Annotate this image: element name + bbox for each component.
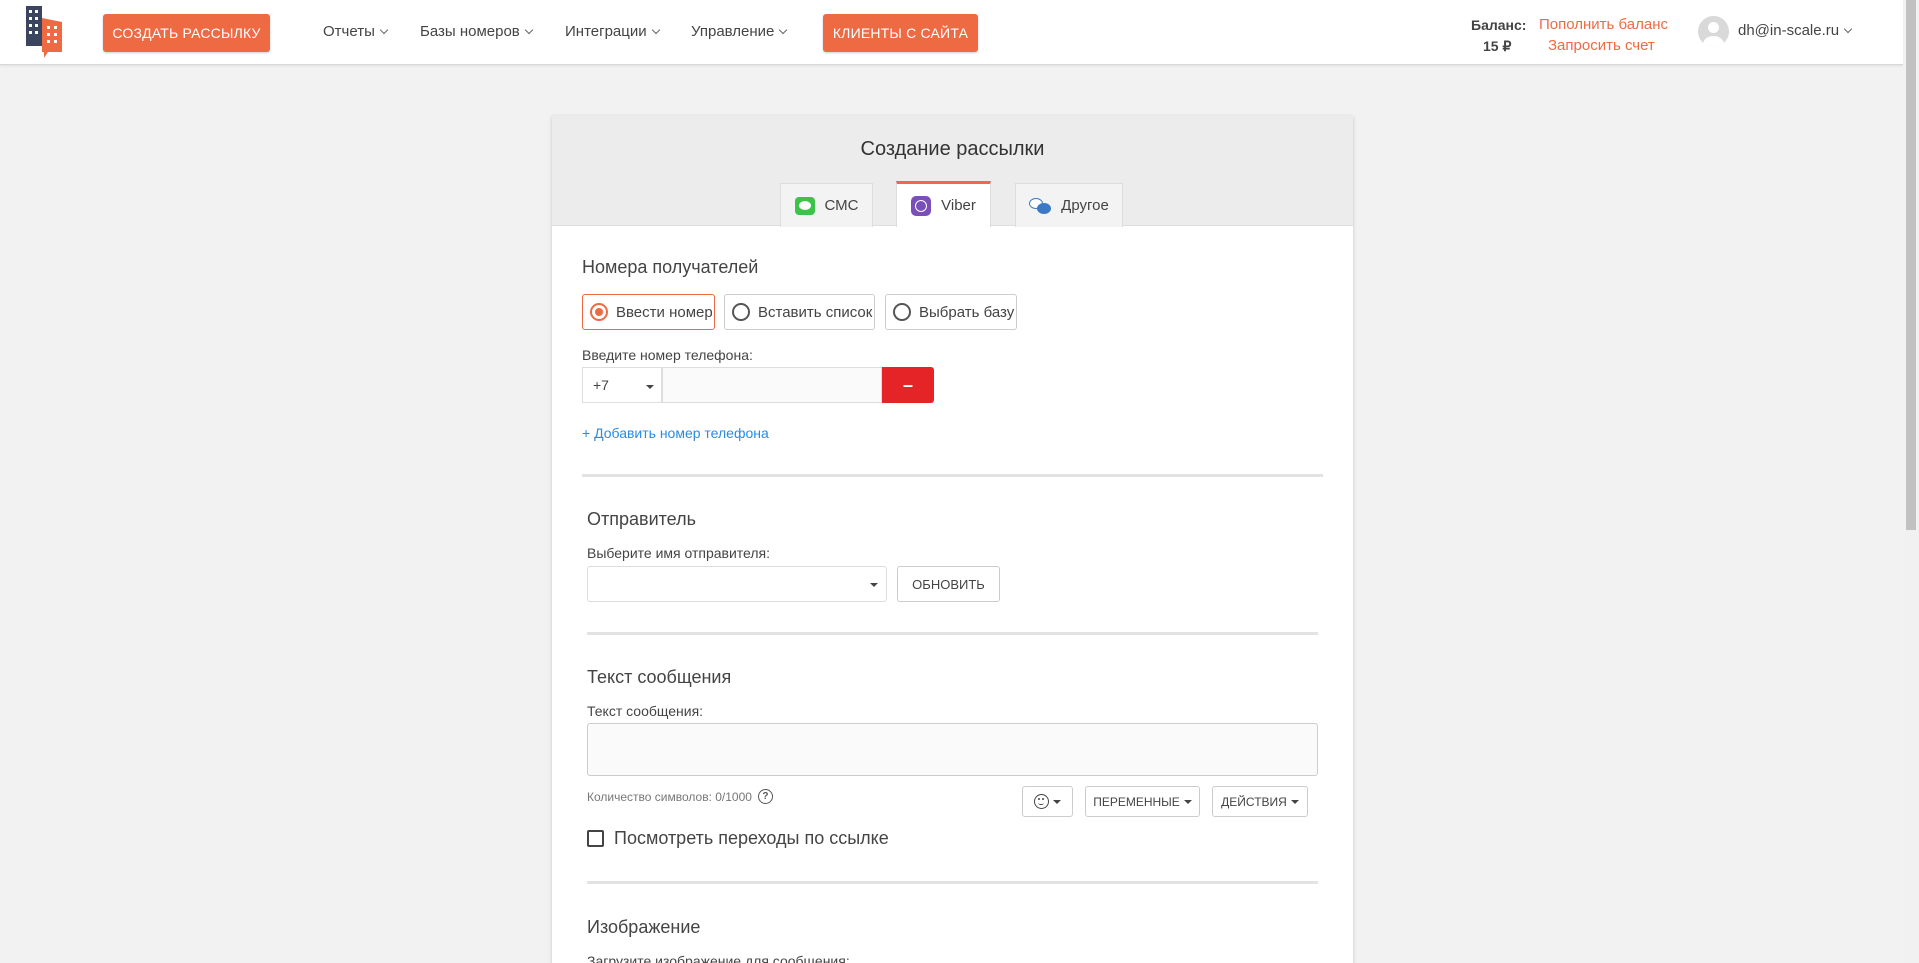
actions-button-label: ДЕЙСТВИЯ [1221, 794, 1287, 809]
char-counter: Количество символов: 0/1000 ? [587, 789, 773, 804]
caret-down-icon [1053, 799, 1061, 804]
divider [582, 474, 1323, 477]
chevron-down-icon [379, 25, 389, 34]
tab-viber-label: Viber [941, 197, 976, 214]
char-count-text: Количество символов: 0/1000 [587, 789, 752, 804]
balance-value: 15 ₽ [1483, 38, 1512, 54]
tab-sms[interactable]: СМС [780, 183, 873, 227]
tab-viber[interactable]: Viber [896, 181, 991, 227]
radio-paste-list-label: Вставить список [758, 303, 873, 321]
image-section-title: Изображение [587, 917, 701, 937]
nav-management-label: Управление [691, 23, 775, 40]
nav-number-bases[interactable]: Базы номеров [420, 23, 534, 40]
phone-input[interactable] [662, 367, 882, 403]
scrollbar-thumb[interactable] [1906, 0, 1916, 530]
nav-integrations[interactable]: Интеграции [565, 23, 660, 40]
variables-button-label: ПЕРЕМЕННЫЕ [1093, 794, 1180, 809]
track-links-checkbox[interactable]: Посмотреть переходы по ссылке [587, 828, 889, 849]
nav-reports[interactable]: Отчеты [323, 23, 389, 40]
nav-integrations-label: Интеграции [565, 23, 647, 40]
radio-choose-base-label: Выбрать базу [919, 303, 1015, 321]
chat-icon [1029, 197, 1052, 215]
tab-other-label: Другое [1061, 197, 1109, 214]
phone-field-label: Введите номер телефона: [582, 347, 753, 363]
create-mailing-card: Создание рассылки СМС Viber Другое Номер… [552, 116, 1353, 963]
chevron-down-icon [524, 25, 534, 34]
viber-icon [911, 195, 932, 216]
sender-select-label: Выберите имя отправителя: [587, 545, 771, 561]
divider [587, 881, 1318, 884]
sender-section-title: Отправитель [587, 509, 696, 529]
create-mailing-button[interactable]: СОЗДАТЬ РАССЫЛКУ [103, 14, 270, 52]
message-section-title: Текст сообщения [587, 667, 732, 687]
top-header: СОЗДАТЬ РАССЫЛКУ Отчеты Базы номеров Инт… [0, 0, 1903, 65]
country-code-value: +7 [593, 377, 609, 393]
radio-enter-number-label: Ввести номер [616, 303, 713, 321]
track-links-label: Посмотреть переходы по ссылке [614, 828, 889, 848]
nav-management[interactable]: Управление [691, 23, 788, 40]
radio-icon [590, 303, 608, 321]
radio-paste-list[interactable]: Вставить список [724, 294, 875, 330]
emoji-button[interactable] [1022, 786, 1073, 817]
image-upload-label: Загрузите изображение для сообщения: [587, 953, 850, 963]
message-textarea-label: Текст сообщения: [587, 703, 704, 719]
chevron-down-icon [651, 25, 660, 34]
refresh-button[interactable]: ОБНОВИТЬ [897, 566, 1000, 602]
chevron-down-icon [1843, 24, 1853, 33]
radio-icon [732, 303, 750, 321]
logo-icon[interactable] [24, 4, 66, 58]
radio-icon [893, 303, 911, 321]
caret-down-icon [646, 385, 654, 389]
card-header: Создание рассылки СМС Viber Другое [552, 116, 1353, 227]
actions-button[interactable]: ДЕЙСТВИЯ [1212, 786, 1308, 817]
topup-balance-link[interactable]: Пополнить баланс [1539, 16, 1668, 33]
help-icon[interactable]: ? [757, 789, 773, 804]
request-invoice-link[interactable]: Запросить счет [1548, 37, 1655, 54]
radio-enter-number[interactable]: Ввести номер [582, 294, 715, 330]
user-menu[interactable]: dh@in-scale.ru [1738, 22, 1853, 39]
checkbox-icon [587, 830, 604, 847]
message-textarea[interactable] [587, 723, 1318, 776]
caret-down-icon [1290, 799, 1299, 804]
page-title: Создание рассылки [860, 138, 1045, 160]
nav-reports-label: Отчеты [323, 23, 375, 40]
tab-sms-label: СМС [824, 197, 859, 214]
caret-down-icon [870, 583, 878, 587]
country-code-select[interactable]: +7 [582, 367, 662, 403]
page-scrollbar[interactable] [1903, 0, 1919, 963]
chevron-down-icon [779, 25, 788, 34]
divider [587, 632, 1318, 635]
smiley-icon [1034, 794, 1049, 809]
variables-button[interactable]: ПЕРЕМЕННЫЕ [1085, 786, 1200, 817]
avatar[interactable] [1698, 16, 1729, 47]
sender-name-select[interactable] [587, 566, 887, 602]
avatar-head [1708, 22, 1719, 33]
remove-phone-button[interactable]: – [882, 367, 934, 403]
user-email: dh@in-scale.ru [1738, 22, 1840, 39]
sms-icon [794, 196, 815, 215]
site-clients-button[interactable]: КЛИЕНТЫ С САЙТА [823, 14, 978, 52]
nav-number-bases-label: Базы номеров [420, 23, 520, 40]
add-phone-link[interactable]: + Добавить номер телефона [582, 425, 769, 441]
radio-choose-base[interactable]: Выбрать базу [885, 294, 1017, 330]
tab-other[interactable]: Другое [1015, 183, 1123, 227]
recipients-section-title: Номера получателей [582, 257, 759, 277]
avatar-body [1703, 36, 1724, 47]
balance-label: Баланс: [1471, 17, 1527, 33]
caret-down-icon [1183, 799, 1192, 804]
